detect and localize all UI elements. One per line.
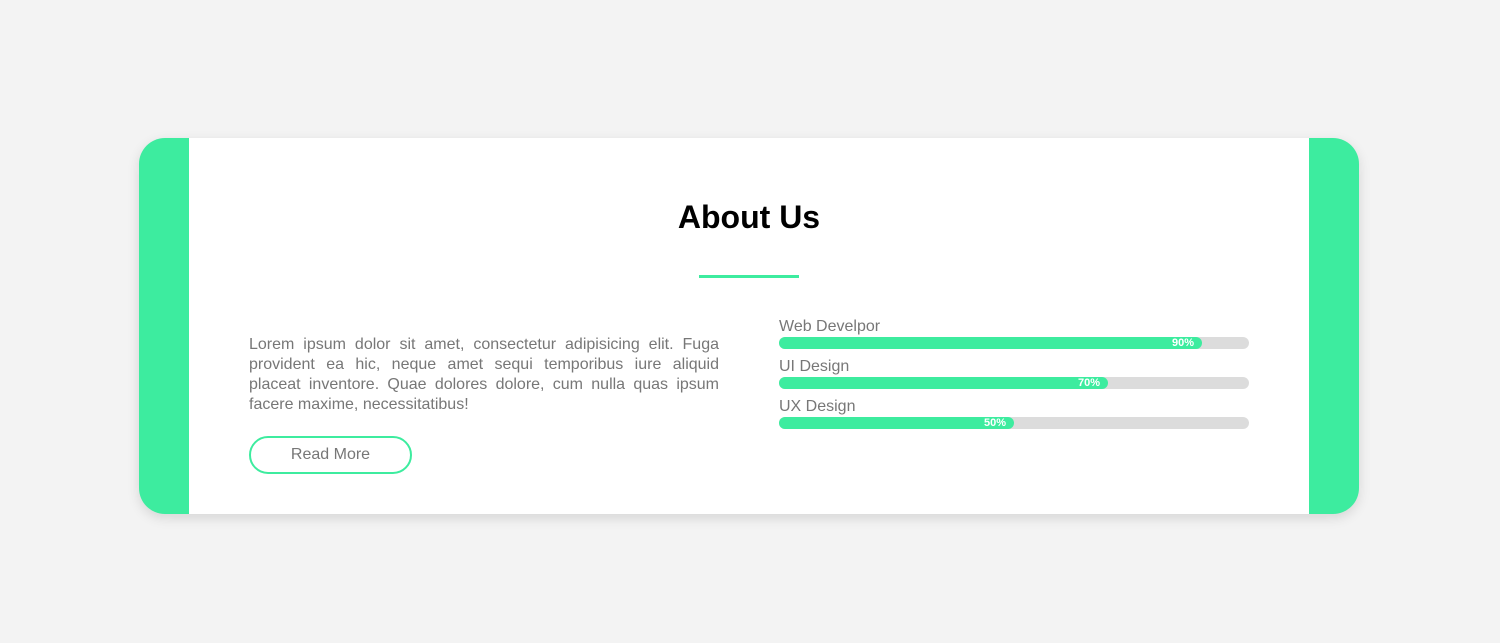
skills-list: Web Develpor 90% UI Design 70% UX Design [779, 318, 1249, 438]
skill-item: UX Design 50% [779, 398, 1249, 438]
skill-label: UI Design [779, 358, 850, 375]
title-divider [699, 275, 799, 278]
skill-progress-fill: 90% [779, 337, 1202, 349]
skill-progress-fill: 70% [779, 377, 1108, 389]
skill-percent: 70% [1077, 377, 1100, 389]
skill-progress-fill: 50% [779, 417, 1014, 429]
page-title: About Us [677, 199, 821, 235]
skill-progress-track: 70% [779, 377, 1249, 389]
about-paragraph: Lorem ipsum dolor sit amet, consectetur … [249, 336, 719, 413]
skill-item: UI Design 70% [779, 358, 1249, 398]
about-card-content: About Us Lorem ipsum dolor sit amet, con… [189, 138, 1309, 514]
read-more-button[interactable]: Read More [249, 436, 412, 474]
skill-label: UX Design [779, 398, 856, 415]
skill-progress-track: 90% [779, 337, 1249, 349]
skill-percent: 50% [983, 417, 1006, 429]
skill-progress-track: 50% [779, 417, 1249, 429]
skill-item: Web Develpor 90% [779, 318, 1249, 358]
about-card: About Us Lorem ipsum dolor sit amet, con… [139, 138, 1359, 514]
skill-label: Web Develpor [779, 318, 881, 335]
skill-percent: 90% [1171, 337, 1194, 349]
